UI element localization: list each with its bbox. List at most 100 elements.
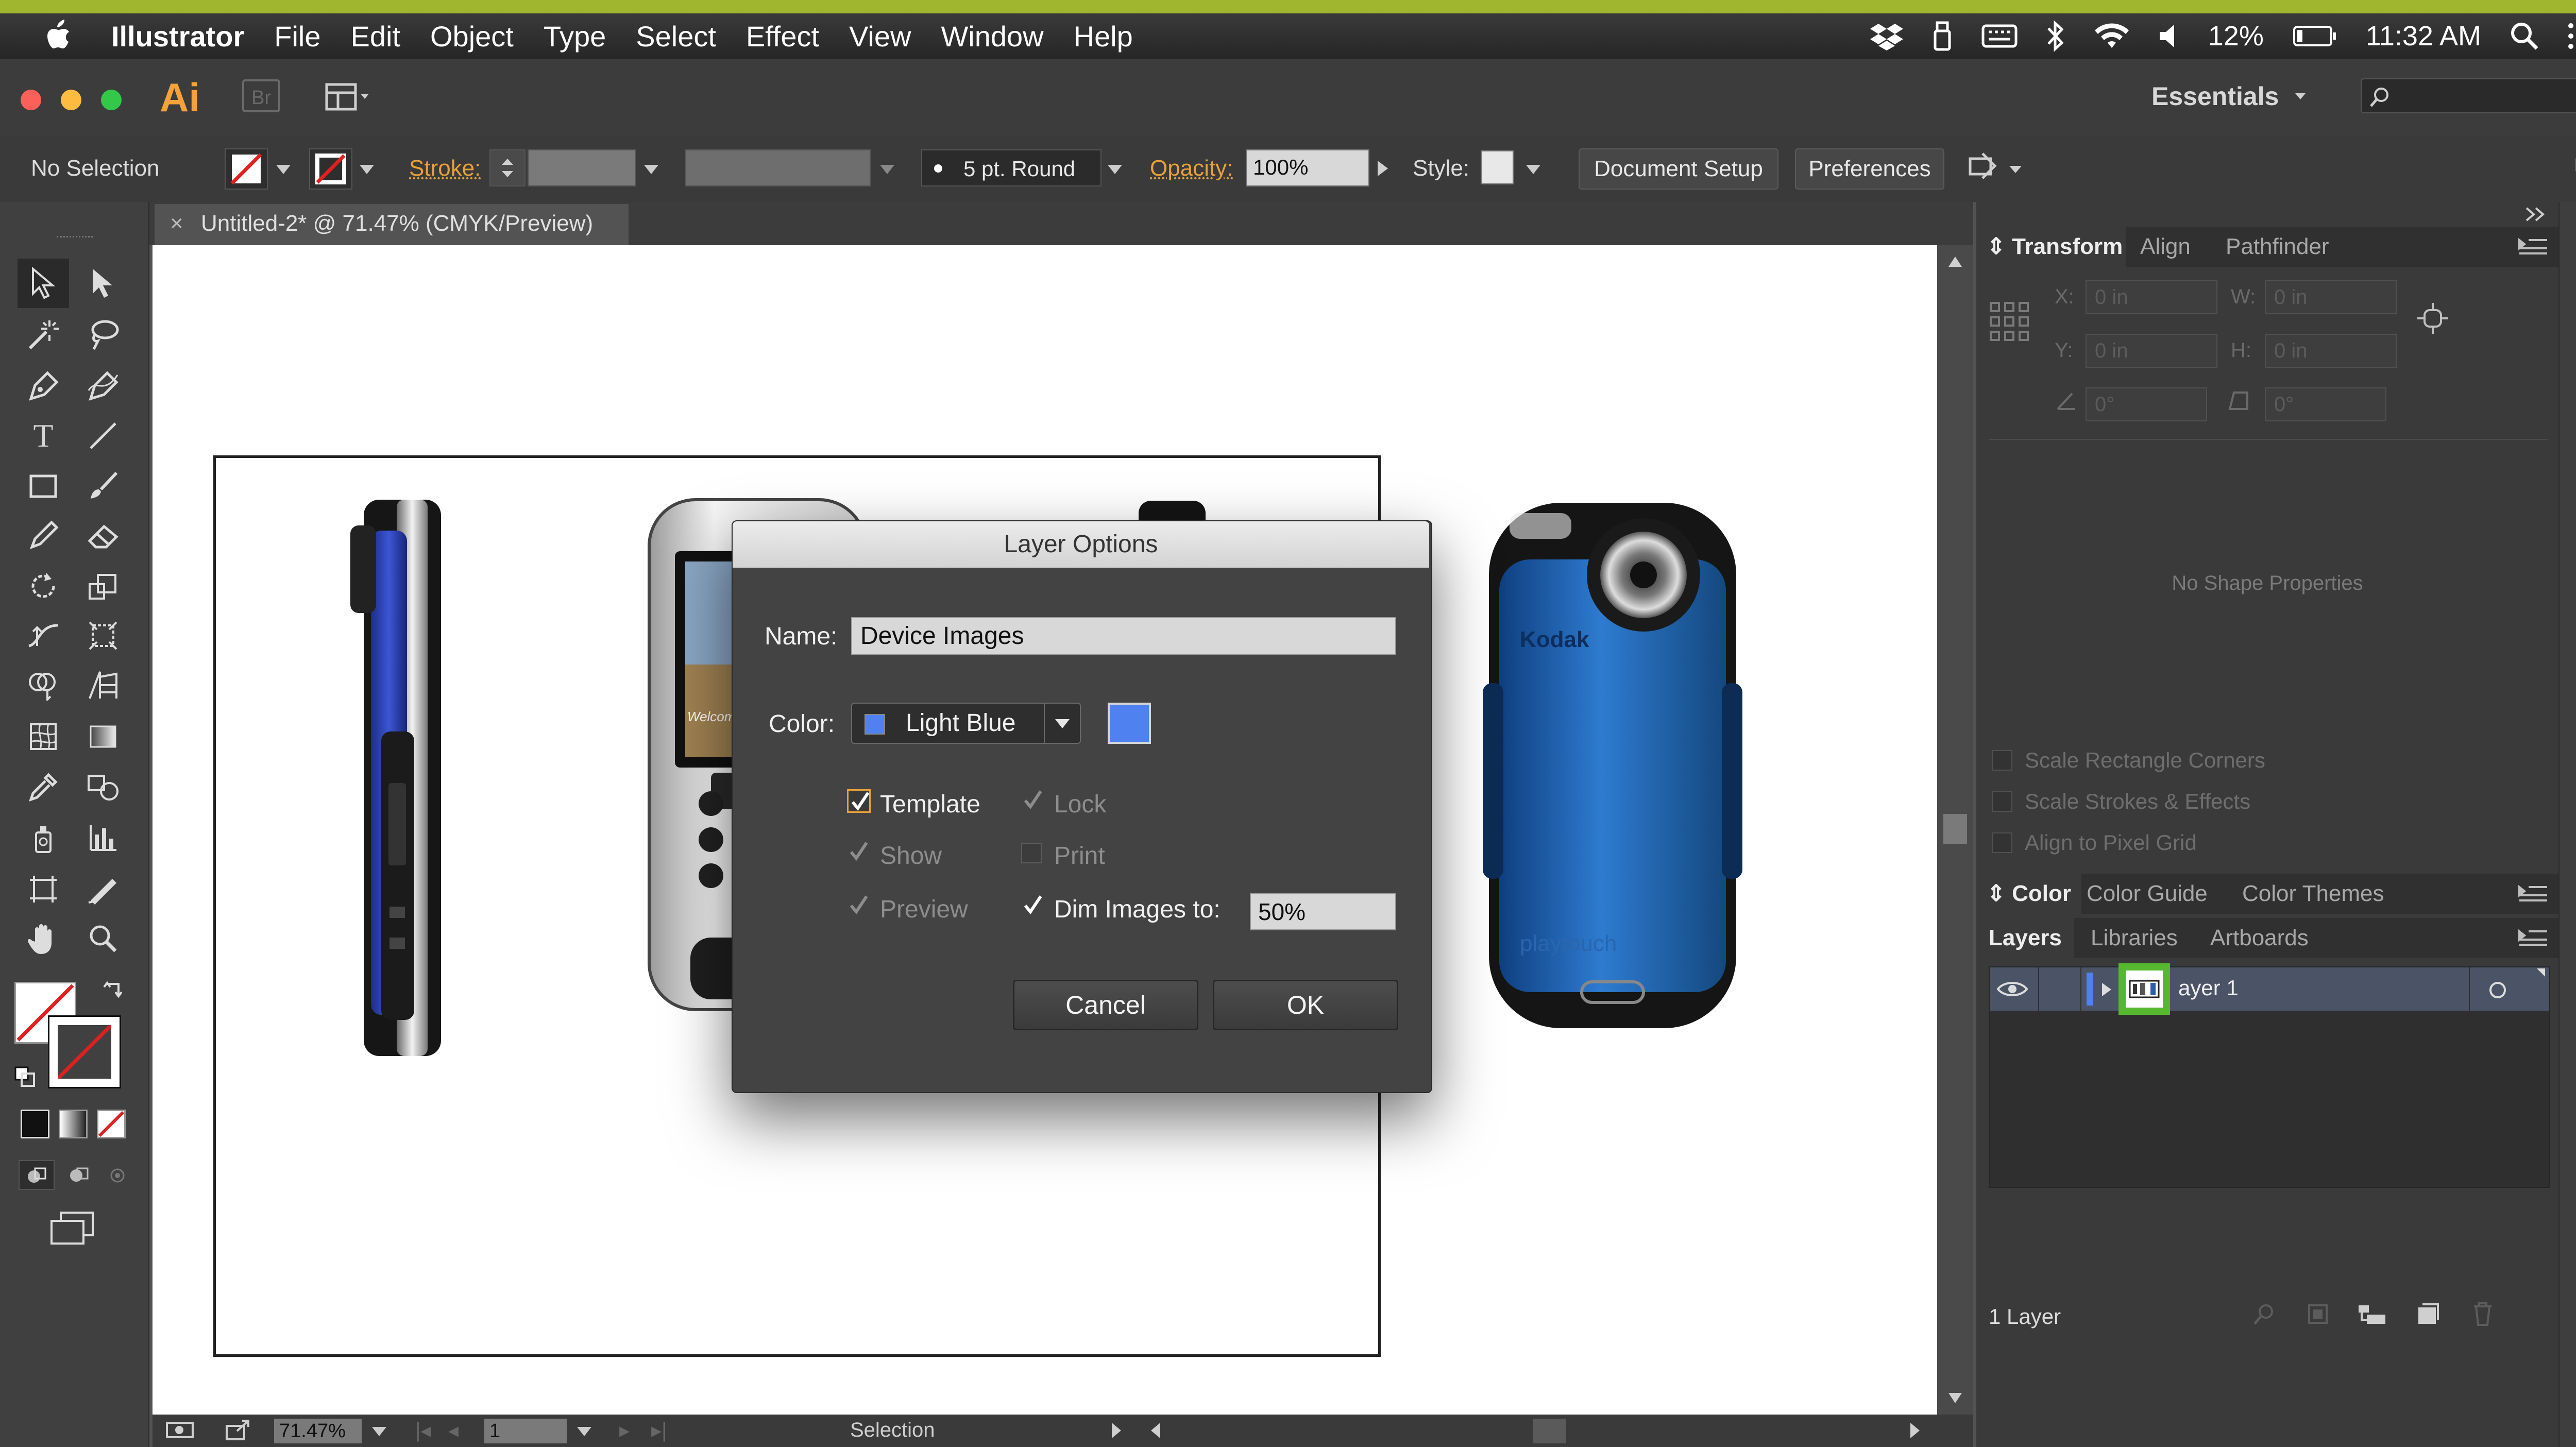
- menu-type[interactable]: Type: [544, 20, 606, 53]
- menu-help[interactable]: Help: [1074, 20, 1133, 53]
- draw-behind-mode-icon[interactable]: [63, 1162, 94, 1188]
- stroke-label[interactable]: Stroke:: [409, 156, 481, 181]
- delete-layer-icon[interactable]: [2471, 1301, 2495, 1327]
- hscroll-thumb[interactable]: [1533, 1419, 1566, 1443]
- menu-app-name[interactable]: Illustrator: [111, 20, 244, 53]
- gpu-performance-icon[interactable]: [165, 1420, 206, 1440]
- mesh-tool-icon[interactable]: [18, 712, 69, 761]
- align-pixel-grid-checkbox[interactable]: [1992, 832, 2012, 853]
- symbol-sprayer-tool-icon[interactable]: [18, 813, 69, 862]
- pencil-tool-icon[interactable]: [18, 511, 69, 560]
- direct-selection-tool-icon[interactable]: [77, 259, 129, 308]
- arrange-documents-button[interactable]: [325, 81, 371, 112]
- free-transform-tool-icon[interactable]: [77, 611, 129, 660]
- visibility-eye-icon[interactable]: [1996, 979, 2029, 999]
- tab-pathfinder[interactable]: Pathfinder: [2226, 227, 2329, 267]
- opacity-label[interactable]: Opacity:: [1150, 156, 1233, 181]
- window-minimize-button[interactable]: [61, 90, 81, 110]
- opacity-field[interactable]: 100%: [1246, 149, 1369, 186]
- brush-definition-field[interactable]: 5 pt. Round: [921, 149, 1101, 186]
- new-layer-icon[interactable]: [2415, 1302, 2441, 1326]
- bridge-button[interactable]: Br: [242, 79, 280, 112]
- menu-edit[interactable]: Edit: [351, 20, 401, 53]
- width-tool-icon[interactable]: [18, 611, 69, 660]
- curvature-tool-icon[interactable]: [77, 362, 129, 411]
- scale-rect-corners-checkbox[interactable]: [1992, 750, 2012, 771]
- align-pixel-grid-option[interactable]: Align to Pixel Grid: [1992, 830, 2197, 855]
- lasso-tool-icon[interactable]: [77, 310, 129, 360]
- h-field[interactable]: 0 in: [2265, 334, 2397, 368]
- camera-front-blue-image[interactable]: Kodak playtouch: [1479, 498, 1747, 1033]
- stroke-weight-dropdown[interactable]: [644, 165, 658, 174]
- x-field[interactable]: 0 in: [2086, 280, 2217, 314]
- zoom-level-field[interactable]: 71.47%: [274, 1419, 362, 1443]
- stroke-weight-stepper[interactable]: [489, 149, 526, 186]
- zoom-dropdown-arrow[interactable]: [372, 1427, 386, 1436]
- stroke-dropdown-arrow[interactable]: [360, 165, 374, 174]
- template-checkbox[interactable]: [847, 789, 871, 813]
- color-mode-button[interactable]: [21, 1110, 49, 1138]
- scale-rect-corners-option[interactable]: Scale Rectangle Corners: [1992, 748, 2265, 773]
- close-tab-icon[interactable]: ×: [170, 204, 183, 243]
- slice-tool-icon[interactable]: [77, 864, 129, 914]
- next-artboard-icon[interactable]: ▸: [619, 1419, 630, 1442]
- draw-inside-mode-icon[interactable]: [103, 1162, 134, 1188]
- dim-images-checkbox[interactable]: [1021, 894, 1045, 918]
- wifi-icon[interactable]: [2094, 22, 2130, 50]
- type-tool-icon[interactable]: T: [18, 411, 69, 461]
- document-setup-button[interactable]: Document Setup: [1579, 148, 1778, 190]
- dim-images-input[interactable]: 50%: [1250, 893, 1396, 930]
- layer-name[interactable]: ayer 1: [2178, 976, 2239, 1000]
- collapse-panels-icon[interactable]: [2524, 207, 2545, 222]
- constrain-proportions-icon[interactable]: [2415, 301, 2450, 336]
- share-document-icon[interactable]: [225, 1419, 251, 1441]
- tab-color-themes[interactable]: Color Themes: [2242, 874, 2384, 914]
- bluetooth-icon[interactable]: [2046, 20, 2065, 52]
- notification-center-icon[interactable]: [2568, 23, 2576, 49]
- tab-libraries[interactable]: Libraries: [2091, 918, 2178, 958]
- ok-button[interactable]: OK: [1213, 980, 1398, 1030]
- style-dropdown-arrow[interactable]: [1526, 165, 1540, 174]
- blend-tool-icon[interactable]: [77, 762, 129, 812]
- layer-thumbnail[interactable]: [2119, 963, 2170, 1015]
- last-artboard-icon[interactable]: ▸|: [651, 1419, 667, 1442]
- volume-icon[interactable]: [2159, 23, 2179, 49]
- layer-row[interactable]: ayer 1: [1990, 963, 2549, 1015]
- menu-object[interactable]: Object: [430, 20, 514, 53]
- lock-checkbox[interactable]: [1021, 789, 1045, 813]
- tab-transform[interactable]: ⇕ Transform: [1976, 227, 2126, 267]
- y-field[interactable]: 0 in: [2086, 334, 2217, 368]
- menu-clock[interactable]: 11:32 AM: [2366, 20, 2481, 52]
- hand-tool-icon[interactable]: [18, 914, 69, 963]
- menu-window[interactable]: Window: [941, 20, 1043, 53]
- pen-tool-icon[interactable]: [18, 362, 69, 411]
- line-segment-tool-icon[interactable]: [77, 411, 129, 461]
- stroke-color-swatch[interactable]: [309, 148, 352, 190]
- cancel-button[interactable]: Cancel: [1013, 980, 1198, 1030]
- locate-object-icon[interactable]: [2252, 1302, 2276, 1326]
- stroke-weight-field[interactable]: [528, 149, 636, 186]
- eraser-tool-icon[interactable]: [77, 511, 129, 560]
- stroke-proxy-swatch[interactable]: [48, 1015, 121, 1088]
- scroll-thumb[interactable]: [1943, 814, 1967, 844]
- dropbox-icon[interactable]: [1870, 22, 1903, 50]
- tab-layers[interactable]: Layers: [1976, 918, 2074, 958]
- layer-color-select[interactable]: Light Blue: [851, 703, 1081, 744]
- show-checkbox[interactable]: [847, 841, 871, 864]
- help-search-input[interactable]: [2361, 78, 2576, 113]
- keyboard-icon[interactable]: [1981, 23, 2018, 49]
- shape-builder-tool-icon[interactable]: [18, 660, 69, 710]
- tab-color-guide[interactable]: Color Guide: [2087, 874, 2208, 914]
- target-circle-icon[interactable]: [2487, 980, 2508, 1000]
- window-zoom-button[interactable]: [101, 90, 122, 110]
- selection-tool-icon[interactable]: [18, 259, 69, 308]
- canvas-vertical-scrollbar[interactable]: [1937, 245, 1973, 1415]
- layers-panel-menu-icon[interactable]: [2518, 929, 2549, 947]
- hscroll-right-icon[interactable]: [1909, 1422, 1921, 1439]
- fill-dropdown-arrow[interactable]: [276, 165, 291, 174]
- hscroll-left-icon[interactable]: [1150, 1422, 1161, 1439]
- scale-tool-icon[interactable]: [77, 561, 129, 611]
- swap-fill-stroke-icon[interactable]: [103, 980, 126, 1002]
- tab-align[interactable]: Align: [2140, 227, 2191, 267]
- first-artboard-icon[interactable]: |◂: [415, 1419, 431, 1442]
